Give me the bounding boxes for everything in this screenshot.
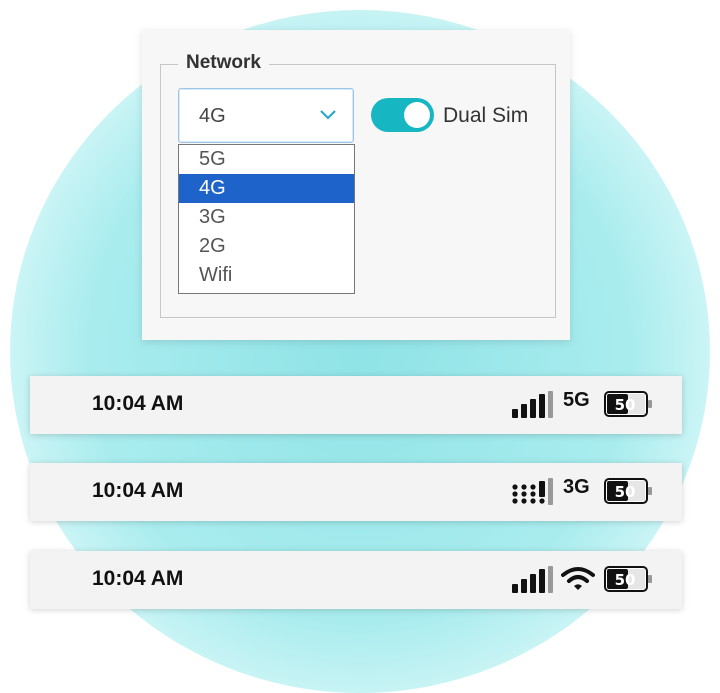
network-panel: Network 4G 5G 4G 3G 2G Wifi Dual Sim: [142, 30, 570, 340]
battery-level: 50: [615, 483, 636, 501]
network-select-value: 4G: [199, 105, 226, 127]
battery-icon: 50: [604, 478, 652, 504]
network-select[interactable]: 4G: [178, 88, 354, 143]
signal-strength-icon: [512, 391, 553, 418]
battery-icon: 50: [604, 566, 652, 592]
network-legend: Network: [178, 52, 269, 74]
option-4g[interactable]: 4G: [179, 174, 354, 203]
network-type-label: 3G: [563, 476, 590, 498]
network-dropdown-list: 5G 4G 3G 2G Wifi: [178, 144, 355, 294]
dual-sim-toggle[interactable]: [371, 98, 434, 132]
signal-strength-icon: [512, 566, 553, 593]
status-time: 10:04 AM: [92, 392, 184, 415]
signal-strength-icon: [512, 478, 553, 505]
toggle-knob: [404, 102, 430, 128]
status-time: 10:04 AM: [92, 567, 184, 590]
network-type-label: 5G: [563, 389, 590, 411]
battery-level: 50: [615, 396, 636, 414]
dual-sim-label: Dual Sim: [443, 104, 529, 127]
status-time: 10:04 AM: [92, 479, 184, 502]
chevron-down-icon: [320, 110, 336, 120]
status-bar-wifi: 10:04 AM 50: [30, 551, 682, 609]
option-3g[interactable]: 3G: [179, 203, 354, 232]
status-bar-5g: 10:04 AM 5G 50: [30, 376, 682, 434]
wifi-icon: [561, 567, 595, 590]
battery-level: 50: [615, 571, 636, 589]
option-2g[interactable]: 2G: [179, 232, 354, 261]
battery-icon: 50: [604, 391, 652, 417]
status-bar-3g: 10:04 AM 3G 50: [30, 463, 682, 521]
option-5g[interactable]: 5G: [179, 145, 354, 174]
option-wifi[interactable]: Wifi: [179, 261, 354, 290]
